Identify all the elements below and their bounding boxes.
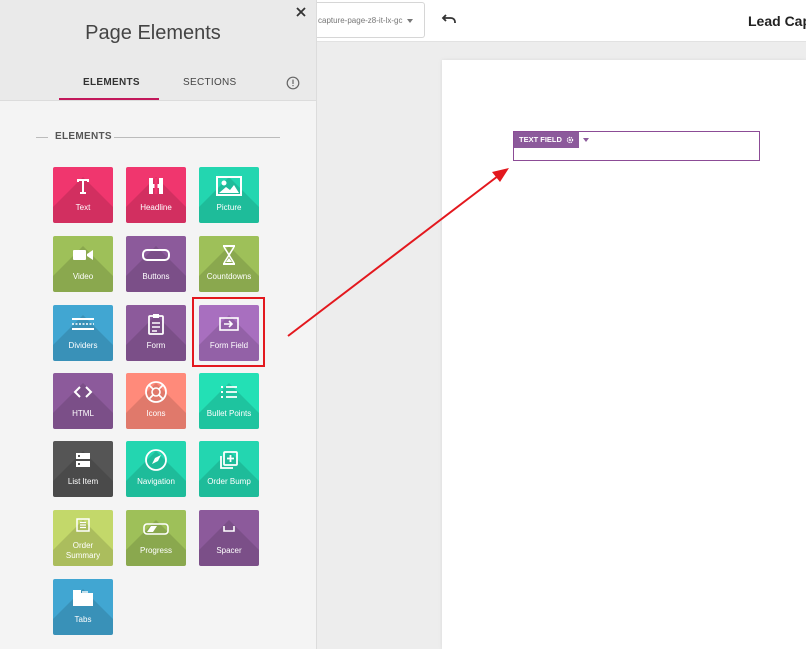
tile-label: Bullet Points [206, 409, 252, 418]
tile-label: HTML [72, 409, 94, 418]
element-order-bump[interactable]: Order Bump [199, 441, 259, 497]
tile-label: Picture [216, 203, 242, 212]
element-html[interactable]: HTML [53, 373, 113, 429]
tab-sections[interactable]: SECTIONS [183, 77, 237, 88]
top-toolbar: capture-page-z8-it-lx-gc Lead Cap [316, 0, 806, 42]
element-icons[interactable]: Icons [126, 373, 186, 429]
dividers-icon [53, 313, 113, 335]
page-elements-panel: Page Elements ELEMENTS SECTIONS ELEMENTS… [0, 0, 317, 649]
form-field-icon [199, 313, 259, 335]
buttons-icon [126, 244, 186, 266]
divider [114, 137, 280, 138]
order-bump-icon [199, 449, 259, 471]
tile-label: Spacer [216, 546, 242, 555]
spacer-icon [199, 518, 259, 540]
tile-label: Form [146, 341, 166, 350]
tile-label: Icons [146, 409, 166, 418]
panel-title: Page Elements [85, 22, 221, 44]
tile-label: Countdowns [206, 272, 252, 281]
element-dividers[interactable]: Dividers [53, 305, 113, 361]
element-countdowns[interactable]: Countdowns [199, 236, 259, 292]
element-buttons[interactable]: Buttons [126, 236, 186, 292]
tile-label: Progress [139, 546, 172, 555]
undo-icon[interactable] [441, 11, 457, 27]
close-icon[interactable] [293, 4, 309, 20]
chevron-down-icon[interactable] [583, 138, 589, 142]
elements-section-heading: ELEMENTS [36, 131, 280, 145]
hourglass-icon [199, 244, 259, 266]
icons-icon [126, 381, 186, 403]
page-url-select[interactable]: capture-page-z8-it-lx-gc [316, 2, 425, 38]
picture-icon [199, 175, 259, 197]
tile-label: Order Bump [207, 477, 251, 486]
tile-label: Text [75, 203, 91, 212]
tile-label: Navigation [137, 477, 175, 486]
chevron-down-icon [407, 19, 413, 23]
element-progress[interactable]: Progress [126, 510, 186, 566]
page-title: Lead Cap [748, 13, 806, 29]
tab-elements[interactable]: ELEMENTS [83, 77, 140, 88]
active-tab-indicator [59, 98, 159, 100]
tile-label: Form Field [209, 341, 249, 350]
text-field-widget[interactable]: TEXT FIELD [513, 131, 760, 161]
element-order-summary[interactable]: Order Summary [53, 510, 113, 566]
tile-label: Tabs [74, 615, 92, 624]
section-label: ELEMENTS [55, 131, 112, 142]
tabs-icon [53, 587, 113, 609]
list-icon [199, 381, 259, 403]
element-list-item[interactable]: List Item [53, 441, 113, 497]
info-icon[interactable] [286, 76, 300, 90]
tile-label: Dividers [68, 341, 98, 350]
element-video[interactable]: Video [53, 236, 113, 292]
tile-label: List Item [67, 477, 99, 486]
navigation-icon [126, 449, 186, 471]
text-icon [53, 175, 113, 197]
list-item-icon [53, 449, 113, 471]
headline-icon [126, 175, 186, 197]
tile-label: Order Summary [65, 541, 101, 560]
widget-label[interactable]: TEXT FIELD [514, 132, 579, 148]
element-text[interactable]: Text [53, 167, 113, 223]
divider [36, 137, 48, 138]
widget-label-text: TEXT FIELD [519, 135, 562, 144]
tile-label: Headline [140, 203, 172, 212]
page-url-value: capture-page-z8-it-lx-gc [318, 16, 403, 25]
video-icon [53, 244, 113, 266]
element-form[interactable]: Form [126, 305, 186, 361]
element-bullet-points[interactable]: Bullet Points [199, 373, 259, 429]
element-picture[interactable]: Picture [199, 167, 259, 223]
panel-header: Page Elements ELEMENTS SECTIONS [0, 0, 316, 101]
element-navigation[interactable]: Navigation [126, 441, 186, 497]
order-summary-icon [53, 514, 113, 536]
element-headline[interactable]: Headline [126, 167, 186, 223]
form-icon [126, 313, 186, 335]
tile-label: Buttons [142, 272, 170, 281]
progress-icon [126, 518, 186, 540]
code-icon [53, 381, 113, 403]
gear-icon[interactable] [566, 136, 574, 144]
tile-label: Video [72, 272, 94, 281]
element-spacer[interactable]: Spacer [199, 510, 259, 566]
element-tabs[interactable]: Tabs [53, 579, 113, 635]
